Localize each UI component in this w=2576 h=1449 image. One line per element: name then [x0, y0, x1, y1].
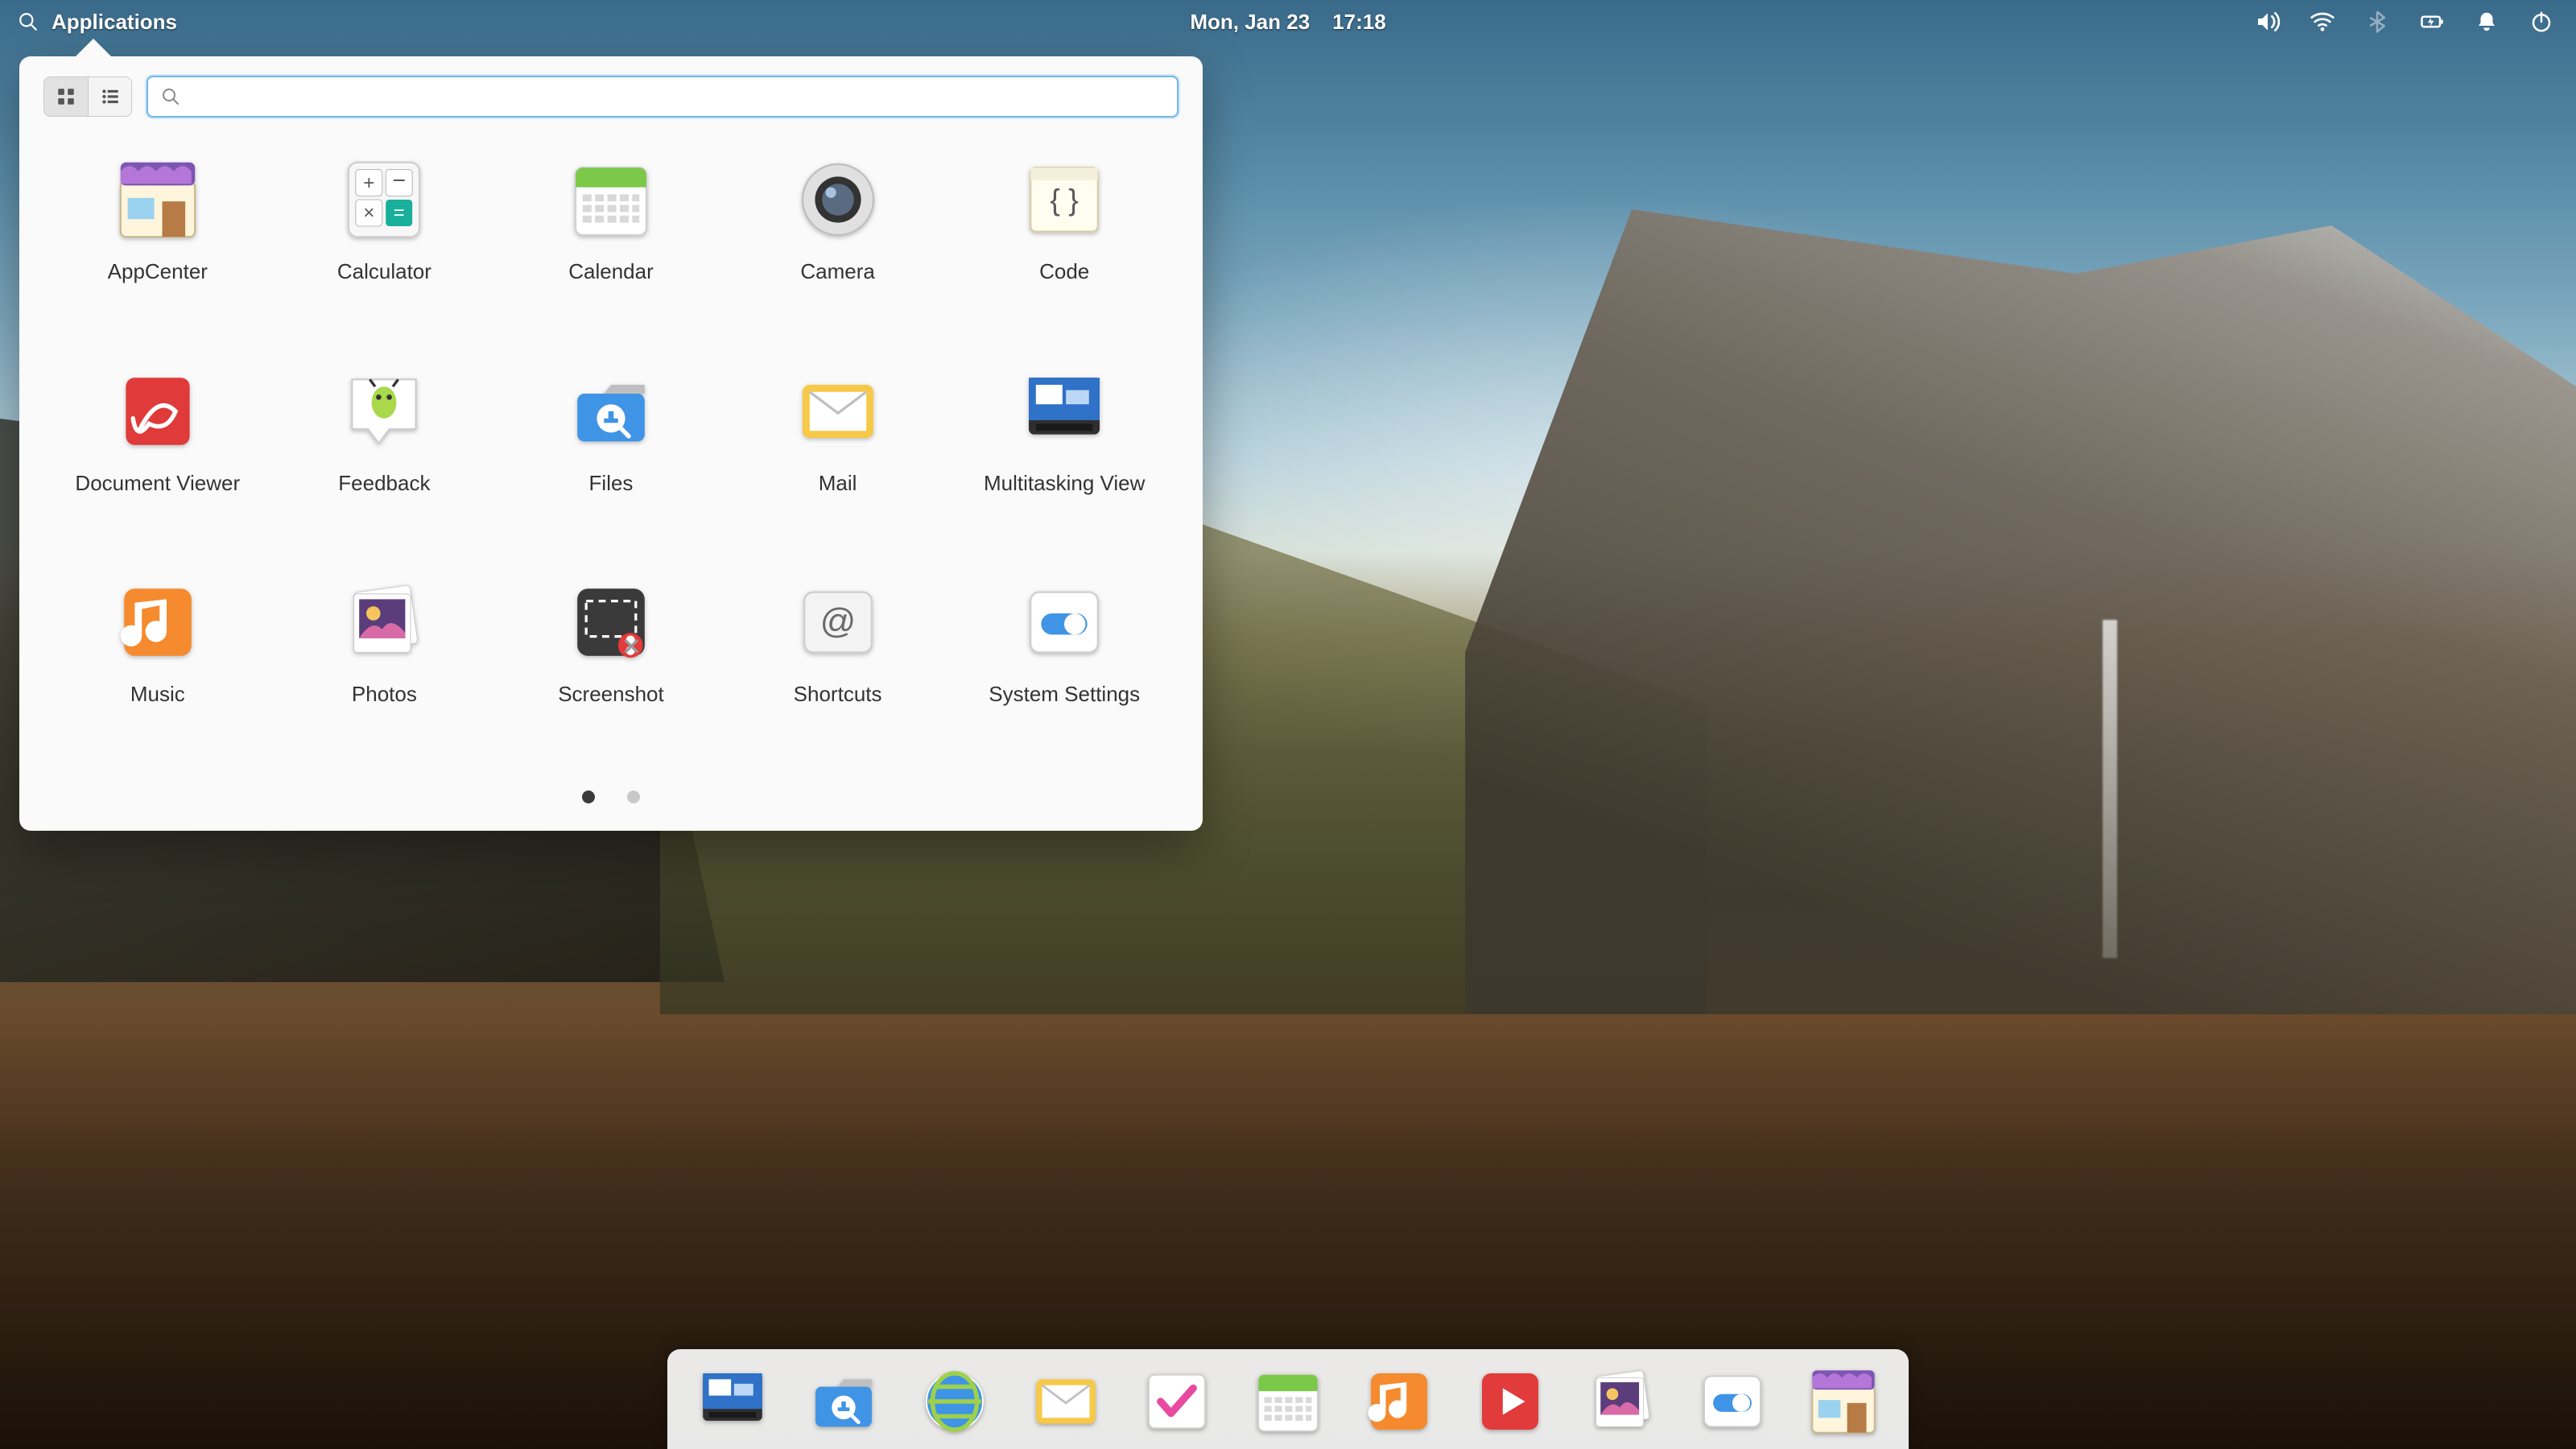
shortcuts-icon — [793, 577, 883, 667]
power-icon[interactable] — [2528, 8, 2555, 35]
app-code[interactable]: Code — [955, 148, 1174, 345]
app-label: Music — [130, 682, 185, 707]
notifications-icon[interactable] — [2473, 8, 2500, 35]
applications-menu-button[interactable]: Applications — [0, 8, 177, 35]
panel-date: Mon, Jan 23 — [1190, 10, 1310, 35]
volume-icon[interactable] — [2254, 8, 2281, 35]
mail-icon — [793, 366, 883, 456]
document-viewer-icon — [113, 366, 203, 456]
dock-calendar[interactable] — [1249, 1362, 1327, 1441]
app-label: Shortcuts — [794, 682, 882, 707]
page-dot-2[interactable] — [627, 791, 640, 803]
app-photos[interactable]: Photos — [275, 571, 494, 768]
dock-photos[interactable] — [1582, 1362, 1661, 1441]
dock-multitasking-view[interactable] — [693, 1362, 772, 1441]
app-system-settings[interactable]: System Settings — [955, 571, 1174, 768]
search-input[interactable] — [147, 76, 1179, 118]
app-label: Calculator — [337, 259, 431, 284]
page-indicator — [19, 776, 1203, 831]
app-label: Code — [1039, 259, 1089, 284]
files-icon — [566, 366, 656, 456]
music-icon — [113, 577, 203, 667]
app-appcenter[interactable]: AppCenter — [48, 148, 267, 345]
dock-mail[interactable] — [1026, 1362, 1105, 1441]
app-label: Document Viewer — [75, 471, 240, 496]
search-icon — [161, 87, 180, 106]
code-icon — [1019, 155, 1109, 245]
app-camera[interactable]: Camera — [729, 148, 947, 345]
dock-system-settings[interactable] — [1693, 1362, 1772, 1441]
app-label: Screenshot — [558, 682, 664, 707]
app-label: Calendar — [568, 259, 654, 284]
calendar-icon — [566, 155, 656, 245]
dock-videos[interactable] — [1471, 1362, 1550, 1441]
app-calendar[interactable]: Calendar — [502, 148, 720, 345]
dock-music[interactable] — [1360, 1362, 1439, 1441]
appcenter-icon — [113, 155, 203, 245]
applications-popover: AppCenter Calculator Calendar Camera Cod… — [19, 56, 1203, 831]
grid-view-button[interactable] — [44, 77, 88, 116]
battery-charging-icon[interactable] — [2418, 8, 2446, 35]
camera-icon — [793, 155, 883, 245]
system-settings-icon — [1019, 577, 1109, 667]
screenshot-icon — [566, 577, 656, 667]
top-panel: Applications Mon, Jan 23 17:18 — [0, 0, 2576, 43]
applications-label: Applications — [52, 10, 177, 35]
app-label: Multitasking View — [984, 471, 1145, 496]
app-label: Mail — [819, 471, 857, 496]
app-label: Camera — [800, 259, 874, 284]
app-label: System Settings — [989, 682, 1140, 707]
desktop-wallpaper: Applications Mon, Jan 23 17:18 — [0, 0, 2576, 1449]
dock-web[interactable] — [915, 1362, 994, 1441]
app-document-viewer[interactable]: Document Viewer — [48, 360, 267, 557]
dock-tasks[interactable] — [1137, 1362, 1216, 1441]
app-screenshot[interactable]: Screenshot — [502, 571, 720, 768]
dock — [667, 1349, 1909, 1449]
app-label: Files — [589, 471, 634, 496]
applications-grid: AppCenter Calculator Calendar Camera Cod… — [19, 132, 1203, 776]
app-multitasking-view[interactable]: Multitasking View — [955, 360, 1174, 557]
app-label: Photos — [352, 682, 417, 707]
page-dot-1[interactable] — [582, 791, 595, 803]
bluetooth-off-icon[interactable] — [2363, 8, 2391, 35]
wifi-icon[interactable] — [2309, 8, 2336, 35]
app-mail[interactable]: Mail — [729, 360, 947, 557]
app-feedback[interactable]: Feedback — [275, 360, 494, 557]
dock-appcenter[interactable] — [1804, 1362, 1883, 1441]
panel-time: 17:18 — [1332, 10, 1386, 35]
multitasking-view-icon — [1019, 366, 1109, 456]
app-music[interactable]: Music — [48, 571, 267, 768]
search-icon — [14, 8, 42, 35]
view-mode-toggle — [43, 76, 132, 117]
calculator-icon — [339, 155, 429, 245]
feedback-icon — [339, 366, 429, 456]
app-files[interactable]: Files — [502, 360, 720, 557]
dock-files[interactable] — [804, 1362, 883, 1441]
app-calculator[interactable]: Calculator — [275, 148, 494, 345]
list-view-button[interactable] — [88, 77, 131, 116]
clock-button[interactable]: Mon, Jan 23 17:18 — [1190, 10, 1385, 35]
app-label: Feedback — [338, 471, 430, 496]
photos-icon — [339, 577, 429, 667]
app-shortcuts[interactable]: Shortcuts — [729, 571, 947, 768]
app-label: AppCenter — [108, 259, 208, 284]
